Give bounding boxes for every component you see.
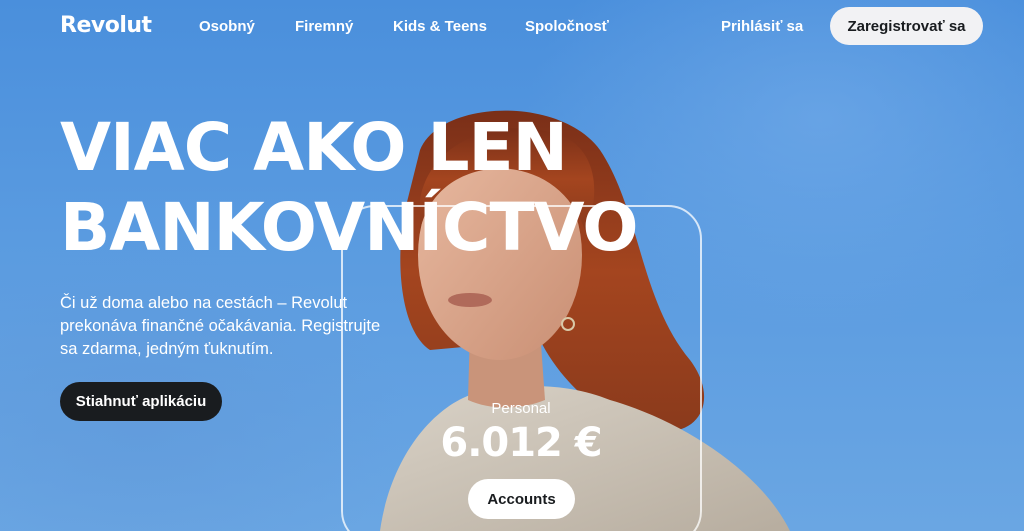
hero-section: Revolut Osobný Firemný Kids & Teens Spol…: [0, 0, 1024, 531]
login-link[interactable]: Prihlásiť sa: [721, 18, 803, 35]
nav-link-business[interactable]: Firemný: [295, 18, 353, 35]
signup-button[interactable]: Zaregistrovať sa: [830, 7, 983, 45]
account-balance: 6.012 €: [440, 420, 602, 466]
accounts-button[interactable]: Accounts: [468, 479, 575, 519]
headline-line-1: VIAC AKO LEN: [60, 109, 568, 186]
account-label: Personal: [491, 400, 551, 417]
nav-link-company[interactable]: Spoločnosť: [525, 18, 609, 35]
download-app-button[interactable]: Stiahnuť aplikáciu: [60, 382, 222, 421]
revolut-logo[interactable]: Revolut: [60, 13, 152, 38]
nav-link-personal[interactable]: Osobný: [199, 18, 255, 35]
nav-link-kids-teens[interactable]: Kids & Teens: [393, 18, 487, 35]
top-navigation: Revolut Osobný Firemný Kids & Teens Spol…: [0, 0, 1024, 54]
